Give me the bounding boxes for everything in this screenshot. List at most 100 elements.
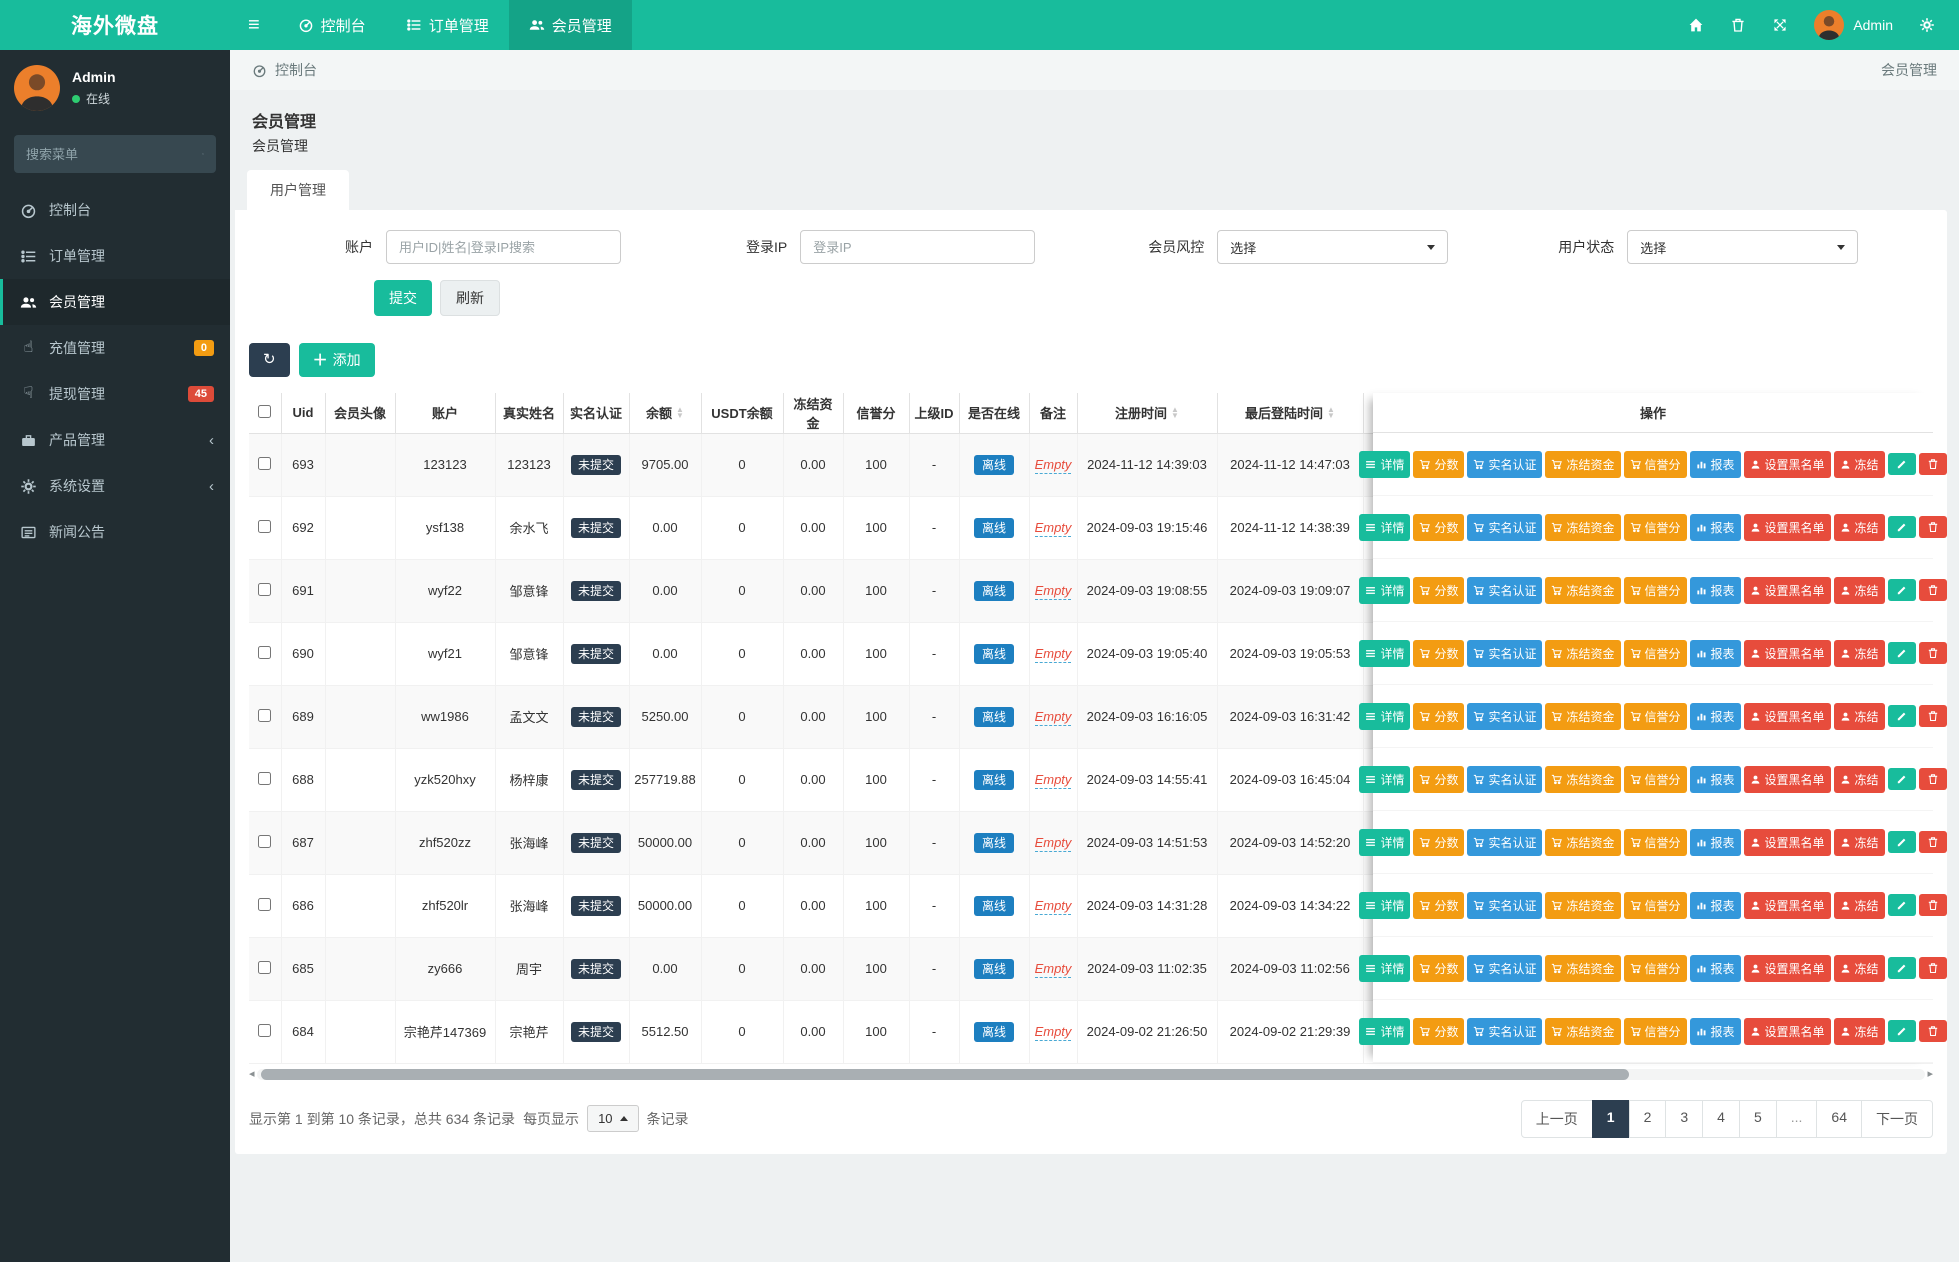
delete-button[interactable] xyxy=(1918,453,1947,475)
remark-link[interactable]: Empty xyxy=(1034,835,1072,852)
freeze-user-button[interactable]: 冻结 xyxy=(1833,702,1885,730)
remark-link[interactable]: Empty xyxy=(1034,520,1072,537)
horizontal-scrollbar[interactable]: ◂ ▸ xyxy=(249,1068,1933,1082)
nav-item-members[interactable]: 会员管理 xyxy=(508,0,632,50)
detail-button[interactable]: 详情 xyxy=(1359,1017,1411,1045)
detail-button[interactable]: 详情 xyxy=(1359,954,1411,982)
page-button[interactable]: ... xyxy=(1775,1099,1818,1138)
breadcrumb-left[interactable]: 控制台 xyxy=(252,60,317,80)
scrollbar-track[interactable] xyxy=(256,1069,1926,1080)
sidebar-item-members[interactable]: 会员管理 xyxy=(0,279,230,325)
kyc-verify-button[interactable]: 实名认证 xyxy=(1467,1017,1543,1045)
row-checkbox[interactable] xyxy=(258,960,272,974)
search-icon[interactable] xyxy=(202,147,204,161)
score-button[interactable]: 分数 xyxy=(1413,513,1465,541)
page-size-dropdown[interactable]: 10 xyxy=(587,1105,639,1132)
credit-score-button[interactable]: 信誉分 xyxy=(1623,1017,1687,1045)
row-checkbox[interactable] xyxy=(258,771,272,785)
blacklist-button[interactable]: 设置黑名单 xyxy=(1743,639,1831,667)
freeze-user-button[interactable]: 冻结 xyxy=(1833,513,1885,541)
sort-icon[interactable]: ▲ ▼ xyxy=(676,405,684,419)
freeze-user-button[interactable]: 冻结 xyxy=(1833,765,1885,793)
row-checkbox[interactable] xyxy=(258,519,272,533)
delete-button[interactable] xyxy=(1918,1020,1947,1042)
row-checkbox[interactable] xyxy=(258,645,272,659)
report-button[interactable]: 报表 xyxy=(1689,450,1741,478)
freeze-funds-button[interactable]: 冻结资金 xyxy=(1545,576,1621,604)
sidebar-item-settings[interactable]: 系统设置 ‹ xyxy=(0,463,230,509)
remark-link[interactable]: Empty xyxy=(1034,646,1072,663)
score-button[interactable]: 分数 xyxy=(1413,891,1465,919)
freeze-user-button[interactable]: 冻结 xyxy=(1833,450,1885,478)
report-button[interactable]: 报表 xyxy=(1689,702,1741,730)
sort-icon[interactable]: ▲ ▼ xyxy=(1327,405,1335,419)
score-button[interactable]: 分数 xyxy=(1413,576,1465,604)
detail-button[interactable]: 详情 xyxy=(1359,891,1411,919)
page-button[interactable]: 3 xyxy=(1665,1099,1704,1138)
sidebar-item-products[interactable]: 产品管理 ‹ xyxy=(0,417,230,463)
freeze-funds-button[interactable]: 冻结资金 xyxy=(1545,828,1621,856)
remark-link[interactable]: Empty xyxy=(1034,961,1072,978)
page-button[interactable]: 5 xyxy=(1738,1099,1777,1138)
score-button[interactable]: 分数 xyxy=(1413,702,1465,730)
credit-score-button[interactable]: 信誉分 xyxy=(1623,639,1687,667)
refresh-button[interactable]: ↻ xyxy=(249,343,290,377)
freeze-user-button[interactable]: 冻结 xyxy=(1833,1017,1885,1045)
credit-score-button[interactable]: 信誉分 xyxy=(1623,828,1687,856)
add-member-button[interactable]: ＋ 添加 xyxy=(298,343,375,377)
sidebar-search-input[interactable] xyxy=(26,146,202,162)
sidebar-item-news[interactable]: 新闻公告 xyxy=(0,509,230,555)
user-status-select[interactable]: 选择 xyxy=(1627,230,1859,264)
score-button[interactable]: 分数 xyxy=(1413,954,1465,982)
report-button[interactable]: 报表 xyxy=(1689,1017,1741,1045)
settings-button[interactable] xyxy=(1919,17,1935,33)
report-button[interactable]: 报表 xyxy=(1689,765,1741,793)
blacklist-button[interactable]: 设置黑名单 xyxy=(1743,450,1831,478)
freeze-funds-button[interactable]: 冻结资金 xyxy=(1545,891,1621,919)
sidebar-item-deposits[interactable]: ☝ 充值管理 0 xyxy=(0,325,230,371)
kyc-verify-button[interactable]: 实名认证 xyxy=(1467,891,1543,919)
login-ip-input[interactable] xyxy=(800,230,1036,264)
freeze-funds-button[interactable]: 冻结资金 xyxy=(1545,513,1621,541)
edit-button[interactable] xyxy=(1887,453,1916,475)
sidebar-item-withdrawals[interactable]: ☟ 提现管理 45 xyxy=(0,371,230,417)
tab-user-management[interactable]: 用户管理 xyxy=(247,170,349,210)
reset-button[interactable]: 刷新 xyxy=(440,280,500,316)
credit-score-button[interactable]: 信誉分 xyxy=(1623,702,1687,730)
score-button[interactable]: 分数 xyxy=(1413,450,1465,478)
detail-button[interactable]: 详情 xyxy=(1359,576,1411,604)
score-button[interactable]: 分数 xyxy=(1413,765,1465,793)
credit-score-button[interactable]: 信誉分 xyxy=(1623,450,1687,478)
credit-score-button[interactable]: 信誉分 xyxy=(1623,891,1687,919)
remark-link[interactable]: Empty xyxy=(1034,898,1072,915)
fullscreen-button[interactable] xyxy=(1772,17,1788,33)
sidebar-toggle-button[interactable]: ≡ xyxy=(230,0,278,50)
edit-button[interactable] xyxy=(1887,516,1916,538)
edit-button[interactable] xyxy=(1887,894,1916,916)
nav-item-orders[interactable]: 订单管理 xyxy=(386,0,509,50)
edit-button[interactable] xyxy=(1887,768,1916,790)
delete-button[interactable] xyxy=(1918,831,1947,853)
user-menu[interactable]: Admin xyxy=(1814,10,1893,40)
scrollbar-thumb[interactable] xyxy=(260,1069,1630,1080)
credit-score-button[interactable]: 信誉分 xyxy=(1623,576,1687,604)
detail-button[interactable]: 详情 xyxy=(1359,450,1411,478)
credit-score-button[interactable]: 信誉分 xyxy=(1623,954,1687,982)
detail-button[interactable]: 详情 xyxy=(1359,702,1411,730)
delete-button[interactable] xyxy=(1918,768,1947,790)
detail-button[interactable]: 详情 xyxy=(1359,765,1411,793)
delete-button[interactable] xyxy=(1918,642,1947,664)
kyc-verify-button[interactable]: 实名认证 xyxy=(1467,702,1543,730)
kyc-verify-button[interactable]: 实名认证 xyxy=(1467,513,1543,541)
remark-link[interactable]: Empty xyxy=(1034,709,1072,726)
row-checkbox[interactable] xyxy=(258,582,272,596)
detail-button[interactable]: 详情 xyxy=(1359,513,1411,541)
freeze-funds-button[interactable]: 冻结资金 xyxy=(1545,450,1621,478)
kyc-verify-button[interactable]: 实名认证 xyxy=(1467,576,1543,604)
freeze-funds-button[interactable]: 冻结资金 xyxy=(1545,639,1621,667)
detail-button[interactable]: 详情 xyxy=(1359,639,1411,667)
blacklist-button[interactable]: 设置黑名单 xyxy=(1743,576,1831,604)
report-button[interactable]: 报表 xyxy=(1689,576,1741,604)
delete-button[interactable] xyxy=(1918,894,1947,916)
edit-button[interactable] xyxy=(1887,705,1916,727)
